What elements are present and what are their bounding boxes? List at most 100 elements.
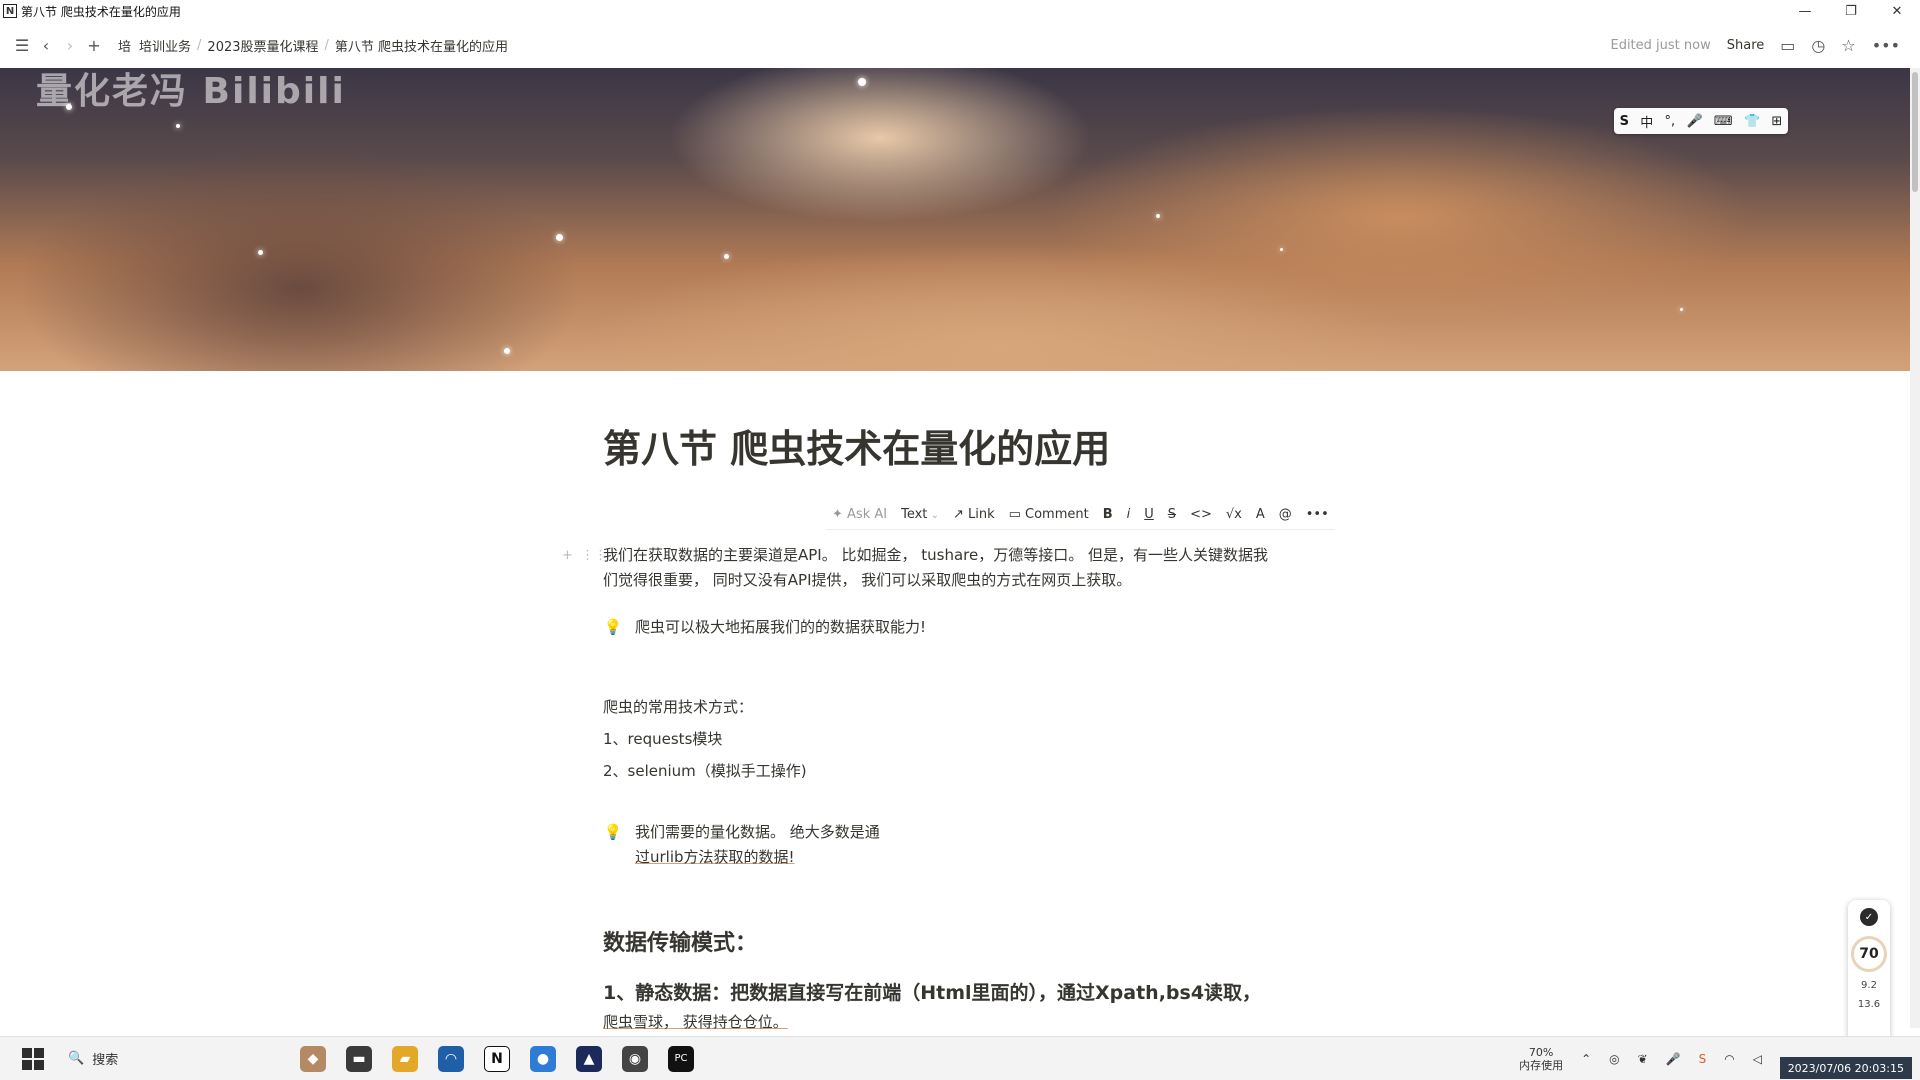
upload-speed: 9.2 xyxy=(1861,980,1877,991)
tray-microphone-icon[interactable]: 🎤 xyxy=(1666,1052,1681,1066)
static-data-subtext[interactable]: 爬虫雪球， 获得持仓仓位。 xyxy=(603,1010,788,1035)
italic-button[interactable]: i xyxy=(1127,507,1131,522)
lightbulb-icon[interactable]: 💡 xyxy=(603,615,623,640)
breadcrumb-item-workspace[interactable]: 培 xyxy=(118,36,131,55)
sidebar-menu-icon[interactable]: ☰ xyxy=(10,36,34,55)
ime-toolbar[interactable]: S 中 °, 🎤 ⌨ 👕 ⊞ xyxy=(1614,108,1788,134)
taskbar-app-widget-icon[interactable]: ◆ xyxy=(300,1045,326,1072)
windows-taskbar: 🔍 搜索 ◆ ▬ ▰ ◠ N ● ▲ ◉ PC 70% 内存使用 ⌃ ◎ ❦ 🎤… xyxy=(0,1036,1920,1080)
cover-star xyxy=(66,104,72,110)
ime-keyboard-icon[interactable]: ⌨ xyxy=(1714,114,1733,129)
ime-logo-icon[interactable]: S xyxy=(1620,114,1629,129)
tray-volume-icon[interactable]: ◁ xyxy=(1753,1052,1762,1066)
cover-star xyxy=(1280,248,1283,251)
bold-button[interactable]: B xyxy=(1103,507,1113,522)
comment-button[interactable]: ▭ Comment xyxy=(1009,507,1089,522)
more-options-icon[interactable]: ••• xyxy=(1872,36,1900,55)
taskbar-app-obs-icon[interactable]: ◉ xyxy=(622,1045,648,1072)
code-button[interactable]: <> xyxy=(1190,507,1212,522)
taskbar-app-chat-icon[interactable]: ● xyxy=(530,1045,556,1072)
breadcrumb-item-current-page[interactable]: 第八节 爬虫技术在量化的应用 xyxy=(335,36,508,55)
edited-status: Edited just now xyxy=(1610,37,1711,53)
breadcrumb: 培 培训业务 / 2023股票量化课程 / 第八节 爬虫技术在量化的应用 xyxy=(114,36,512,55)
taskbar-app-notion-icon[interactable]: N xyxy=(484,1045,510,1072)
method-item-requests[interactable]: 1、requests模块 xyxy=(603,727,722,752)
callout-block[interactable]: 💡 我们需要的量化数据。 绝大多数是通 过urlib方法获取的数据! xyxy=(603,820,880,870)
memory-usage[interactable]: 70% 内存使用 xyxy=(1519,1046,1563,1072)
minimize-button[interactable]: — xyxy=(1782,0,1828,22)
comments-icon[interactable]: ▭ xyxy=(1780,36,1795,55)
ime-microphone-icon[interactable]: 🎤 xyxy=(1686,114,1702,129)
underline-button[interactable]: U xyxy=(1144,507,1154,522)
intro-line: 我们在获取数据的主要渠道是API。 比如掘金， tushare，万德等接口。 但… xyxy=(603,546,1269,564)
check-icon: ✓ xyxy=(1860,908,1878,926)
tray-overflow-chevron-icon[interactable]: ⌃ xyxy=(1581,1052,1591,1066)
window-title: 第八节 爬虫技术在量化的应用 xyxy=(21,4,181,19)
search-placeholder: 搜索 xyxy=(92,1053,119,1068)
cover-star xyxy=(556,234,563,241)
breadcrumb-item-course[interactable]: 2023股票量化课程 xyxy=(207,36,318,55)
taskbar-app-photos-icon[interactable]: ▲ xyxy=(576,1045,602,1072)
ask-ai-label: Ask AI xyxy=(847,507,888,522)
history-clock-icon[interactable]: ◷ xyxy=(1811,36,1825,55)
intro-paragraph[interactable]: 我们在获取数据的主要渠道是API。 比如掘金， tushare，万德等接口。 但… xyxy=(603,543,1268,593)
strikethrough-button[interactable]: S xyxy=(1168,507,1176,522)
ask-ai-button[interactable]: ✦ Ask AI xyxy=(832,507,887,522)
breadcrumb-item-training[interactable]: 培训业务 xyxy=(139,36,191,55)
share-button[interactable]: Share xyxy=(1727,38,1765,53)
ime-chinese-mode[interactable]: 中 xyxy=(1640,112,1653,131)
start-windows-icon[interactable] xyxy=(22,1047,44,1070)
intro-line: 们觉得很重要， 同时又没有API提供， 我们可以采取爬虫的方式在网页上获取。 xyxy=(603,571,1132,589)
text-type-label: Text xyxy=(901,507,928,522)
mention-button[interactable]: @ xyxy=(1279,507,1292,522)
ime-punctuation-icon[interactable]: °, xyxy=(1665,114,1676,129)
text-type-dropdown[interactable]: Text ⌄ xyxy=(901,507,939,522)
score-ring: 70 xyxy=(1851,936,1887,972)
method-item-selenium[interactable]: 2、selenium（模拟手工操作) xyxy=(603,759,807,784)
link-button[interactable]: ↗ Link xyxy=(953,507,995,522)
back-arrow-icon[interactable]: ‹ xyxy=(34,36,58,55)
callout-block[interactable]: 💡 爬虫可以极大地拓展我们的的数据获取能力! xyxy=(603,615,926,640)
block-drag-handle[interactable]: + ⋮⋮ xyxy=(562,548,607,563)
tray-ime-icon[interactable]: S xyxy=(1699,1052,1707,1066)
text-color-button[interactable]: A xyxy=(1256,507,1265,522)
comment-label: Comment xyxy=(1025,507,1089,522)
cover-star xyxy=(504,348,510,354)
scrollbar-thumb[interactable] xyxy=(1912,72,1918,192)
taskbar-clock[interactable]: 2023/07/06 20:03:15 xyxy=(1779,1057,1912,1079)
system-monitor-widget[interactable]: ✓ 70 9.2 13.6 xyxy=(1848,900,1890,1045)
equation-button[interactable]: √x xyxy=(1226,507,1242,522)
memory-label: 内存使用 xyxy=(1519,1059,1564,1072)
favorite-star-icon[interactable]: ☆ xyxy=(1841,36,1855,55)
cover-star xyxy=(724,254,729,259)
ime-skin-icon[interactable]: 👕 xyxy=(1744,114,1760,129)
taskbar-app-file-explorer-icon[interactable]: ▰ xyxy=(392,1045,418,1072)
taskbar-app-pycharm-icon[interactable]: PC xyxy=(668,1045,694,1072)
taskbar-search[interactable]: 🔍 搜索 xyxy=(60,1044,260,1074)
memory-percent: 70% xyxy=(1528,1046,1554,1059)
new-page-icon[interactable]: + xyxy=(82,36,106,55)
static-data-heading[interactable]: 1、静态数据：把数据直接写在前端（Html里面的），通过Xpath,bs4读取， xyxy=(603,978,1261,1005)
page-title[interactable]: 第八节 爬虫技术在量化的应用 xyxy=(603,418,1110,473)
link-arrow-icon: ↗ xyxy=(952,507,968,522)
taskbar-app-edge-icon[interactable]: ◠ xyxy=(438,1045,464,1072)
forward-arrow-icon[interactable]: › xyxy=(58,36,82,55)
vertical-scrollbar[interactable] xyxy=(1910,68,1920,1028)
methods-title[interactable]: 爬虫的常用技术方式： xyxy=(603,695,753,720)
tray-bird-icon[interactable]: ❦ xyxy=(1638,1052,1648,1066)
close-button[interactable]: ✕ xyxy=(1874,0,1920,22)
cover-star xyxy=(258,250,263,255)
section-heading[interactable]: 数据传输模式： xyxy=(603,925,757,957)
more-format-button[interactable]: ••• xyxy=(1306,507,1329,522)
comment-icon: ▭ xyxy=(1008,507,1026,522)
cover-star xyxy=(1680,308,1683,311)
taskbar-app-taskview-icon[interactable]: ▬ xyxy=(346,1045,372,1072)
maximize-button[interactable]: ❐ xyxy=(1828,0,1874,22)
ime-grid-icon[interactable]: ⊞ xyxy=(1771,114,1782,129)
tray-app-icon[interactable]: ◎ xyxy=(1609,1052,1619,1066)
tray-wifi-icon[interactable]: ◠ xyxy=(1724,1052,1734,1066)
lightbulb-icon[interactable]: 💡 xyxy=(603,820,623,870)
callout-text: 爬虫可以极大地拓展我们的的数据获取能力! xyxy=(635,618,927,636)
callout-line: 我们需要的量化数据。 绝大多数是通 xyxy=(635,823,880,841)
chevron-down-icon: ⌄ xyxy=(927,510,939,521)
